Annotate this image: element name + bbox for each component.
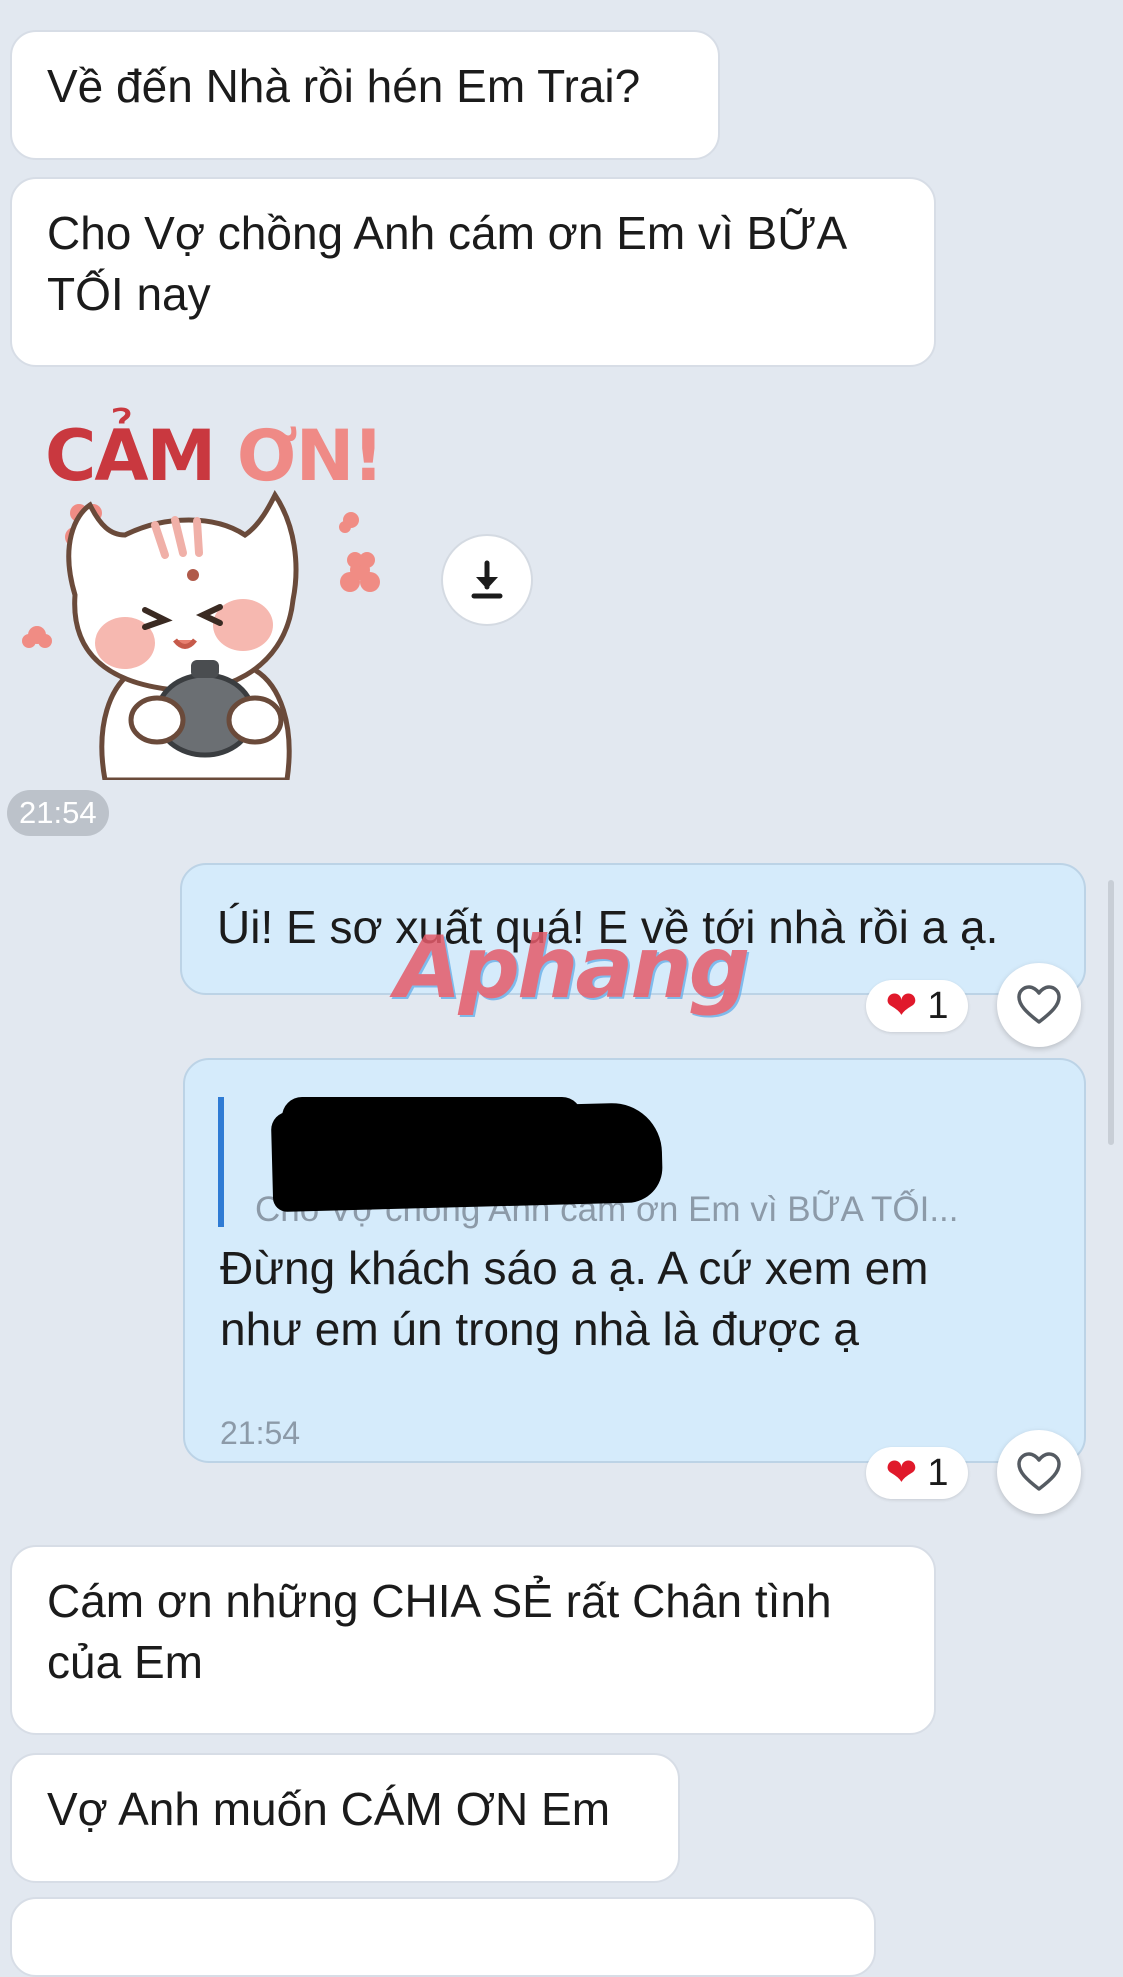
download-button[interactable] — [441, 534, 533, 626]
thank-you-sticker[interactable]: CẢM ƠN! — [15, 385, 385, 780]
message-text: Cho Vợ chồng Anh cám ơn Em vì BỮA TỐI na… — [47, 207, 848, 320]
received-message[interactable]: Cám ơn những CHIA SẺ rất Chân tình của E… — [10, 1545, 936, 1735]
red-heart-icon: ❤ — [885, 985, 918, 1027]
timestamp-badge: 21:54 — [7, 790, 109, 836]
quoted-message[interactable]: Cho Vợ chồng Anh cám ơn Em vì BỮA TỐI... — [218, 1097, 1018, 1229]
reaction-pill[interactable]: ❤ 1 — [866, 980, 968, 1032]
heart-outline-icon — [1017, 1452, 1061, 1491]
redaction-mark — [282, 1097, 582, 1137]
received-message[interactable]: Cho Vợ chồng Anh cám ơn Em vì BỮA TỐI na… — [10, 177, 936, 367]
red-heart-icon: ❤ — [885, 1452, 918, 1494]
reaction-count: 1 — [927, 984, 949, 1027]
received-message[interactable]: Vợ Anh muốn CÁM ƠN Em — [10, 1753, 680, 1883]
received-message-partial[interactable] — [10, 1897, 876, 1977]
watermark-logo: Aphang — [395, 918, 750, 1018]
message-time: 21:54 — [220, 1415, 301, 1451]
message-text: Cám ơn những CHIA SẺ rất Chân tình của E… — [47, 1575, 832, 1688]
reaction-count: 1 — [927, 1451, 949, 1494]
reply-message[interactable]: Cho Vợ chồng Anh cám ơn Em vì BỮA TỐI...… — [183, 1058, 1086, 1463]
received-message[interactable]: Về đến Nhà rồi hén Em Trai? — [10, 30, 720, 160]
message-text: Đừng khách sáo a ạ. A cứ xem em như em ú… — [220, 1242, 929, 1355]
download-icon — [471, 560, 503, 599]
message-text: Vợ Anh muốn CÁM ƠN Em — [47, 1783, 611, 1835]
cat-illustration — [22, 490, 380, 780]
react-button[interactable] — [997, 1430, 1081, 1514]
heart-outline-icon — [1017, 985, 1061, 1024]
react-button[interactable] — [997, 963, 1081, 1047]
scrollbar[interactable] — [1108, 880, 1114, 1145]
message-text: Về đến Nhà rồi hén Em Trai? — [47, 60, 641, 112]
reaction-pill[interactable]: ❤ 1 — [866, 1447, 968, 1499]
